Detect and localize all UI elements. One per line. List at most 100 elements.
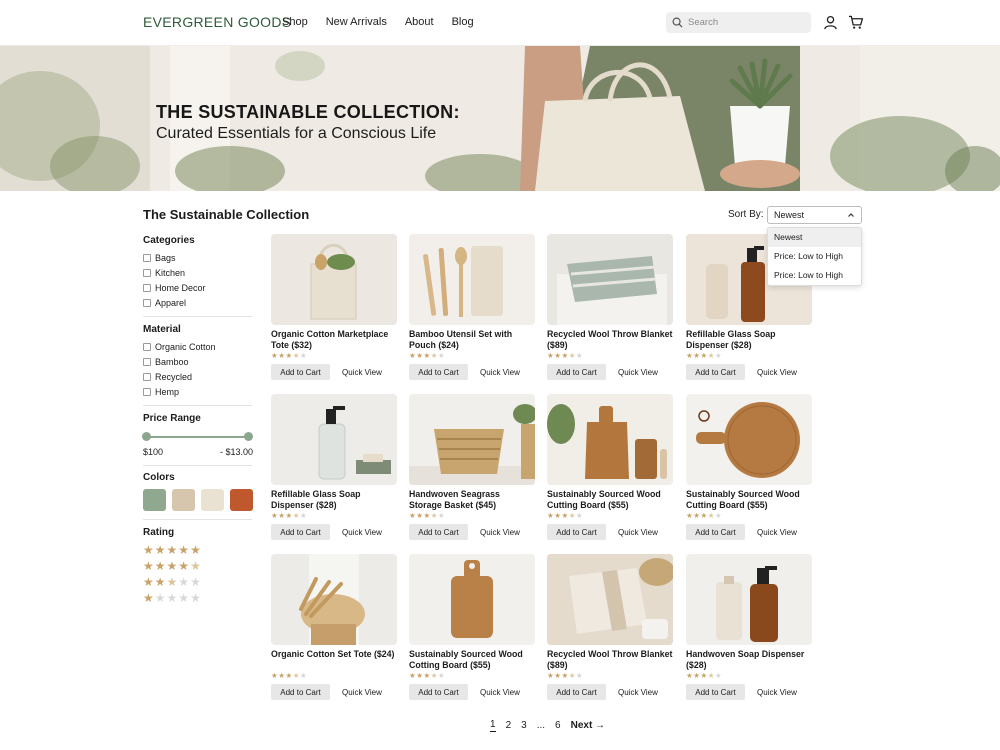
cart-icon[interactable] xyxy=(847,13,865,31)
product-card[interactable]: Sustainably Sourced Wood Cutting Board (… xyxy=(547,394,673,540)
product-card[interactable]: Organic Cotton Set Tote ($24) ★★★★★ Add to… xyxy=(271,554,397,700)
product-card[interactable]: Organic Cotton Marketplace Tote ($32) ★★★… xyxy=(271,234,397,380)
category-bags[interactable]: Bags xyxy=(143,253,176,263)
quick-view-button[interactable]: Quick View xyxy=(757,688,797,697)
price-range-track[interactable] xyxy=(146,436,248,438)
category-kitchen[interactable]: Kitchen xyxy=(143,268,185,278)
category-home-decor[interactable]: Home Decor xyxy=(143,283,206,293)
product-image[interactable] xyxy=(547,394,673,485)
product-card[interactable]: Recycled Wool Throw Blanket ($89) ★★★★★ Ad… xyxy=(547,234,673,380)
product-title[interactable]: Recycled Wool Throw Blanket ($89) xyxy=(547,329,673,350)
add-to-cart-button[interactable]: Add to Cart xyxy=(547,524,606,540)
add-to-cart-button[interactable]: Add to Cart xyxy=(409,524,468,540)
page-2[interactable]: 2 xyxy=(506,720,512,731)
add-to-cart-button[interactable]: Add to Cart xyxy=(547,684,606,700)
product-title[interactable]: Recycled Wool Throw Blanket ($89) xyxy=(547,649,673,670)
rating-filter-2-5[interactable]: ★ ★ ★ ★ ★ xyxy=(143,576,202,588)
sort-option-newest[interactable]: Newest xyxy=(768,228,861,247)
product-title[interactable]: Organic Cotton Marketplace Tote ($32) xyxy=(271,329,397,350)
product-card[interactable]: Refillable Glass Soap Dispenser ($28) ★★★… xyxy=(271,394,397,540)
quick-view-button[interactable]: Quick View xyxy=(342,688,382,697)
site-logo[interactable]: EVERGREEN GOODS xyxy=(143,14,291,30)
quick-view-button[interactable]: Quick View xyxy=(618,368,658,377)
product-image[interactable] xyxy=(686,394,812,485)
product-image[interactable] xyxy=(409,394,535,485)
color-swatch-terracotta[interactable] xyxy=(230,489,253,511)
next-page-link[interactable]: Next → xyxy=(571,720,605,731)
price-range-max-handle[interactable] xyxy=(244,432,253,441)
add-to-cart-button[interactable]: Add to Cart xyxy=(686,364,745,380)
material-organic-cotton[interactable]: Organic Cotton xyxy=(143,342,216,352)
quick-view-button[interactable]: Quick View xyxy=(480,528,520,537)
material-bamboo[interactable]: Bamboo xyxy=(143,357,189,367)
product-image[interactable] xyxy=(271,234,397,325)
sort-option-price-low-high-2[interactable]: Price: Low to High xyxy=(768,266,861,285)
user-icon[interactable] xyxy=(821,13,839,31)
product-title[interactable]: Organic Cotton Set Tote ($24) xyxy=(271,649,397,670)
product-image[interactable] xyxy=(686,554,812,645)
material-hemp[interactable]: Hemp xyxy=(143,387,179,397)
add-to-cart-button[interactable]: Add to Cart xyxy=(409,364,468,380)
add-to-cart-button[interactable]: Add to Cart xyxy=(271,524,330,540)
checkbox[interactable] xyxy=(143,284,151,292)
checkbox[interactable] xyxy=(143,373,151,381)
category-apparel[interactable]: Apparel xyxy=(143,298,186,308)
checkbox[interactable] xyxy=(143,343,151,351)
nav-about[interactable]: About xyxy=(405,16,434,28)
page-1[interactable]: 1 xyxy=(490,719,496,732)
color-swatch-cream[interactable] xyxy=(201,489,224,511)
product-title[interactable]: Handwoven Seagrass Storage Basket ($45) xyxy=(409,489,535,510)
product-image[interactable] xyxy=(547,554,673,645)
rating-filter-1[interactable]: ★ ★ ★ ★ ★ xyxy=(143,592,202,604)
product-card[interactable]: Handwoven Seagrass Storage Basket ($45) ★… xyxy=(409,394,535,540)
checkbox[interactable] xyxy=(143,299,151,307)
rating-filter-4-5[interactable]: ★ ★ ★ ★ ★ xyxy=(143,560,202,572)
product-title[interactable]: Handwoven Soap Dispenser ($28) xyxy=(686,649,812,670)
product-card[interactable]: Sustainably Sourced Wood Cotting Board (… xyxy=(409,554,535,700)
product-image[interactable] xyxy=(271,394,397,485)
quick-view-button[interactable]: Quick View xyxy=(618,688,658,697)
nav-shop[interactable]: Shop xyxy=(282,16,308,28)
page-3[interactable]: 3 xyxy=(521,720,527,731)
product-card[interactable]: Handwoven Soap Dispenser ($28) ★★★★★ Add t… xyxy=(686,554,812,700)
product-image[interactable] xyxy=(271,554,397,645)
search-input[interactable] xyxy=(688,17,798,28)
checkbox[interactable] xyxy=(143,254,151,262)
product-title[interactable]: Sustainably Sourced Wood Cutting Board (… xyxy=(686,489,812,510)
color-swatch-sand[interactable] xyxy=(172,489,195,511)
product-card[interactable]: Recycled Wool Throw Blanket ($89) ★★★★★ Ad… xyxy=(547,554,673,700)
checkbox[interactable] xyxy=(143,358,151,366)
quick-view-button[interactable]: Quick View xyxy=(342,528,382,537)
add-to-cart-button[interactable]: Add to Cart xyxy=(271,364,330,380)
rating-filter-5[interactable]: ★ ★ ★ ★ ★ xyxy=(143,544,202,556)
nav-blog[interactable]: Blog xyxy=(452,16,474,28)
add-to-cart-button[interactable]: Add to Cart xyxy=(547,364,606,380)
quick-view-button[interactable]: Quick View xyxy=(757,368,797,377)
checkbox[interactable] xyxy=(143,269,151,277)
product-image[interactable] xyxy=(547,234,673,325)
product-title[interactable]: Bamboo Utensil Set with Pouch ($24) xyxy=(409,329,535,350)
product-title[interactable]: Refillable Glass Soap Dispenser ($28) xyxy=(271,489,397,510)
nav-new-arrivals[interactable]: New Arrivals xyxy=(326,16,387,28)
price-range-min-handle[interactable] xyxy=(142,432,151,441)
sort-dropdown[interactable]: Newest xyxy=(767,206,862,224)
product-title[interactable]: Sustainably Sourced Wood Cutting Board (… xyxy=(547,489,673,510)
checkbox[interactable] xyxy=(143,388,151,396)
sort-option-price-low-high[interactable]: Price: Low to High xyxy=(768,247,861,266)
product-image[interactable] xyxy=(409,554,535,645)
color-swatch-sage[interactable] xyxy=(143,489,166,511)
product-image[interactable] xyxy=(409,234,535,325)
quick-view-button[interactable]: Quick View xyxy=(618,528,658,537)
quick-view-button[interactable]: Quick View xyxy=(480,688,520,697)
material-recycled[interactable]: Recycled xyxy=(143,372,192,382)
quick-view-button[interactable]: Quick View xyxy=(480,368,520,377)
quick-view-button[interactable]: Quick View xyxy=(342,368,382,377)
product-card[interactable]: Sustainably Sourced Wood Cutting Board (… xyxy=(686,394,812,540)
quick-view-button[interactable]: Quick View xyxy=(757,528,797,537)
page-6[interactable]: 6 xyxy=(555,720,561,731)
product-card[interactable]: Bamboo Utensil Set with Pouch ($24) ★★★★★… xyxy=(409,234,535,380)
add-to-cart-button[interactable]: Add to Cart xyxy=(686,524,745,540)
add-to-cart-button[interactable]: Add to Cart xyxy=(686,684,745,700)
product-title[interactable]: Sustainably Sourced Wood Cotting Board (… xyxy=(409,649,535,670)
add-to-cart-button[interactable]: Add to Cart xyxy=(409,684,468,700)
